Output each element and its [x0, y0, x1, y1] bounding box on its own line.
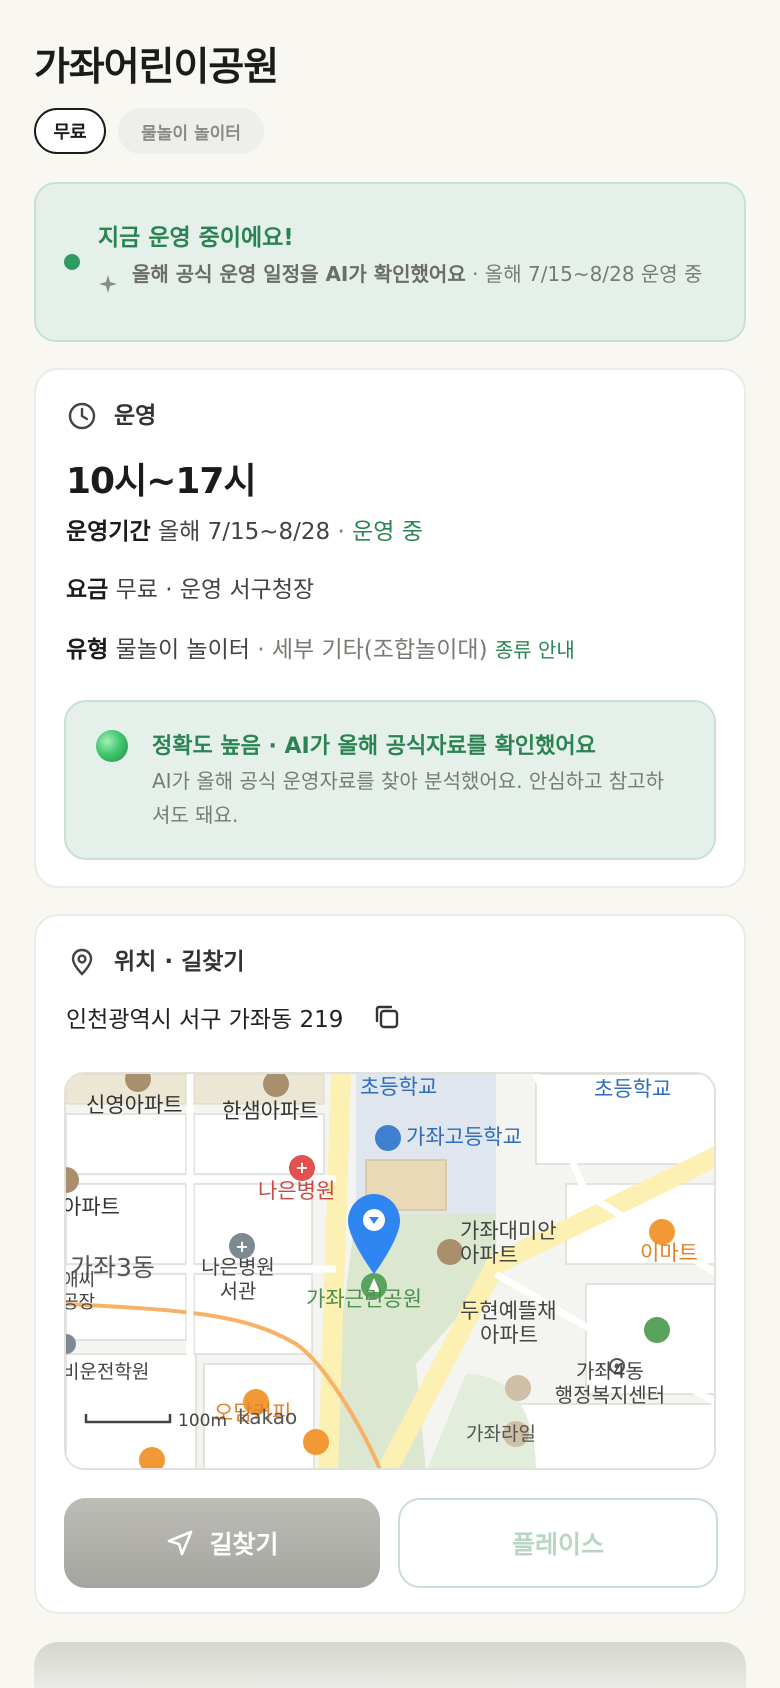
period-separator: · — [330, 519, 353, 545]
map-label-naeun-annex-2: 서관 — [220, 1279, 257, 1303]
operation-card: 운영 10시~17시 운영기간 올해 7/15~8/28 · 운영 중 요금 무… — [34, 368, 746, 888]
map-label-apart-left: 아파트 — [66, 1195, 120, 1219]
map-label-sinyoung: 신영아파트 — [86, 1093, 183, 1117]
fee-label: 요금 — [66, 577, 109, 603]
navigation-arrow-icon — [168, 1530, 193, 1556]
type-label: 유형 — [66, 637, 109, 663]
period-label: 운영기간 — [66, 519, 151, 545]
fee-value: 무료 · 운영 서구청장 — [115, 577, 315, 603]
map-label-park: 가좌근린공원 — [306, 1287, 422, 1311]
location-section-title: 위치 · 길찾기 — [114, 949, 245, 975]
map-label-gajwa-high: 가좌고등학교 — [406, 1125, 522, 1149]
location-pin-icon — [71, 948, 93, 976]
type-detail: · 세부 기타(조합놀이대) — [249, 637, 488, 663]
map-view[interactable]: + + 신영아파트 한샘아파트 초등학교 초등학교 가좌고등학교 나은병원 아파… — [64, 1072, 716, 1470]
address-text: 인천광역시 서구 가좌동 219 — [66, 1007, 344, 1033]
map-label-duhyeon-1: 두현예뜰채 — [460, 1299, 557, 1323]
map-label-factory: 공장 — [66, 1292, 95, 1313]
period-row: 운영기간 올해 7/15~8/28 · 운영 중 — [66, 516, 423, 548]
operation-section-title: 운영 — [114, 403, 157, 429]
status-description: 올해 공식 운영 일정을 AI가 확인했어요 · 올해 7/15~8/28 운영… — [132, 260, 732, 289]
map-label-naeun-annex-1: 나은병원 — [201, 1255, 275, 1279]
accuracy-title: 정확도 높음 · AI가 올해 공식자료를 확인했어요 — [152, 734, 596, 759]
status-title: 지금 운영 중이에요! — [98, 225, 294, 251]
map-label-daemian-1: 가좌대미안 — [460, 1219, 557, 1243]
map-label-gajwa4-2: 행정복지센터 — [555, 1383, 665, 1407]
operating-status-card: 지금 운영 중이에요! 올해 공식 운영 일정을 AI가 확인했어요 · 올해 … — [34, 182, 746, 342]
accuracy-description: AI가 올해 공식 운영자료를 찾아 분석했어요. 안심하고 참고하셔도 돼요. — [152, 769, 665, 827]
type-guide-link[interactable]: 종류 안내 — [495, 638, 575, 662]
copy-icon[interactable] — [372, 1002, 402, 1032]
map-label-daemian-2: 아파트 — [460, 1243, 518, 1267]
status-desc-rest: · 올해 7/15~8/28 운영 중 — [465, 262, 703, 286]
page-title: 가좌어린이공원 — [34, 45, 279, 90]
svg-text:+: + — [235, 1237, 248, 1256]
map-label-gajwa4-1: 가좌4동 — [576, 1359, 644, 1383]
map-label-ssi: 애씨 — [66, 1270, 95, 1291]
period-status: 운영 중 — [352, 519, 423, 545]
svg-text:+: + — [295, 1158, 308, 1177]
status-dot-icon — [64, 254, 80, 270]
place-button[interactable]: 플레이스 — [398, 1498, 718, 1588]
clock-icon — [68, 402, 96, 430]
map-label-hansaem: 한샘아파트 — [222, 1099, 319, 1123]
map-label-gajwa-line: 가좌라일 — [466, 1423, 536, 1445]
map-scale-label: 100m — [178, 1411, 227, 1431]
operating-hours: 10시~17시 — [66, 461, 257, 502]
accuracy-ball-icon — [96, 730, 128, 762]
type-row: 유형 물놀이 놀이터 · 세부 기타(조합놀이대) 종류 안내 — [66, 634, 575, 666]
map-label-naeun: 나은병원 — [258, 1179, 335, 1203]
map-brand-label: kakao — [238, 1405, 297, 1429]
map-canvas[interactable]: + + 신영아파트 한샘아파트 초등학교 초등학교 가좌고등학교 나은병원 아파… — [66, 1074, 716, 1470]
fee-row: 요금 무료 · 운영 서구청장 — [66, 574, 314, 606]
location-card: 위치 · 길찾기 인천광역시 서구 가좌동 219 + + 신영아파트 한샘아파… — [34, 914, 746, 1614]
type-chip[interactable]: 물놀이 놀이터 — [118, 108, 264, 154]
fee-chip[interactable]: 무료 — [34, 108, 106, 154]
map-label-duhyeon-2: 아파트 — [480, 1323, 538, 1347]
route-button-label: 길찾기 — [209, 1530, 279, 1559]
route-button[interactable]: 길찾기 — [64, 1498, 380, 1588]
map-label-school2: 초등학교 — [594, 1077, 671, 1101]
map-label-emart: 이마트 — [640, 1241, 698, 1265]
accuracy-box: 정확도 높음 · AI가 올해 공식자료를 확인했어요 AI가 올해 공식 운영… — [64, 700, 716, 860]
next-card-peek — [34, 1642, 746, 1688]
period-value: 올해 7/15~8/28 — [157, 519, 331, 545]
map-label-driving: 비운전학원 — [66, 1361, 149, 1383]
status-desc-strong: 올해 공식 운영 일정을 AI가 확인했어요 — [132, 262, 466, 286]
map-label-school1: 초등학교 — [360, 1075, 437, 1099]
type-value: 물놀이 놀이터 — [115, 637, 250, 663]
sparkle-icon — [99, 275, 117, 293]
